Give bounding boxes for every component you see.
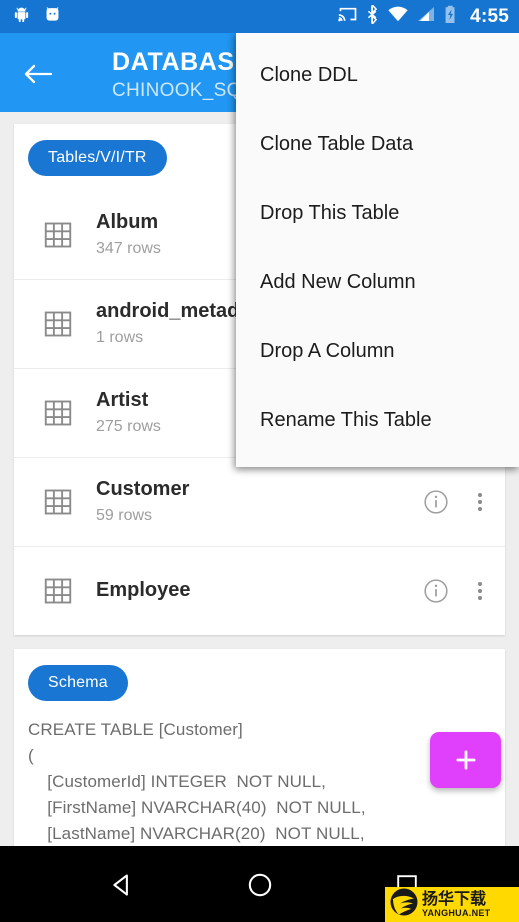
- phone-screen: 4:55 DATABASE CHINOOK_SQLITE Tables/V/I/…: [0, 0, 519, 922]
- nav-home-button[interactable]: [243, 868, 277, 902]
- android-robot-icon: [12, 5, 31, 29]
- triangle-back-icon: [113, 874, 128, 896]
- bluetooth-icon: [367, 3, 379, 29]
- app-notification-icon: [43, 5, 62, 29]
- menu-item-add-new-column[interactable]: Add New Column: [236, 248, 519, 317]
- more-vertical-icon[interactable]: [477, 490, 483, 514]
- menu-item-drop-this-table[interactable]: Drop This Table: [236, 179, 519, 248]
- back-arrow-icon: [24, 64, 53, 84]
- table-row-text: Employee: [82, 577, 423, 605]
- battery-charging-icon: [444, 5, 457, 29]
- menu-item-clone-table-data[interactable]: Clone Table Data: [236, 110, 519, 179]
- table-grid-icon: [34, 398, 82, 428]
- watermark-badge: 扬华下载 YANGHUA.NET: [385, 887, 519, 922]
- table-name: Employee: [96, 579, 191, 601]
- table-grid-icon: [34, 576, 82, 606]
- watermark-logo-icon: [389, 887, 419, 922]
- menu-item-drop-a-column[interactable]: Drop A Column: [236, 317, 519, 386]
- menu-item-clone-ddl[interactable]: Clone DDL: [236, 41, 519, 110]
- status-bar-system-icons: 4:55: [338, 3, 509, 29]
- plus-icon: [455, 750, 476, 770]
- add-fab-button[interactable]: [430, 732, 501, 788]
- table-row-actions: [423, 578, 491, 604]
- signal-icon: [417, 6, 435, 27]
- info-icon[interactable]: [423, 489, 449, 515]
- wifi-icon: [388, 6, 408, 27]
- menu-item-rename-this-table[interactable]: Rename This Table: [236, 386, 519, 455]
- nav-back-button[interactable]: [105, 868, 139, 902]
- table-overflow-menu[interactable]: Clone DDL Clone Table Data Drop This Tab…: [236, 33, 519, 467]
- cast-icon: [338, 6, 358, 28]
- table-row-count: 59 rows: [96, 507, 153, 524]
- schema-chip[interactable]: Schema: [28, 665, 128, 701]
- table-row-text: Customer 59 rows: [82, 476, 423, 528]
- more-vertical-icon[interactable]: [477, 579, 483, 603]
- watermark-en-text: YANGHUA.NET: [422, 907, 491, 918]
- table-row[interactable]: Customer 59 rows: [14, 457, 505, 546]
- tables-filter-chip[interactable]: Tables/V/I/TR: [28, 140, 167, 176]
- watermark-texts: 扬华下载 YANGHUA.NET: [419, 890, 491, 918]
- table-grid-icon: [34, 309, 82, 339]
- table-name: Customer: [96, 478, 190, 500]
- table-grid-icon: [34, 487, 82, 517]
- status-bar-notifications: [12, 5, 62, 29]
- watermark-cn-text: 扬华下载: [422, 890, 487, 908]
- status-clock: 4:55: [470, 5, 509, 27]
- info-icon[interactable]: [423, 578, 449, 604]
- back-button[interactable]: [19, 55, 57, 93]
- status-bar: 4:55: [0, 0, 519, 33]
- table-grid-icon: [34, 220, 82, 250]
- table-row[interactable]: Employee: [14, 546, 505, 635]
- table-row-actions: [423, 489, 491, 515]
- circle-home-icon: [248, 873, 272, 897]
